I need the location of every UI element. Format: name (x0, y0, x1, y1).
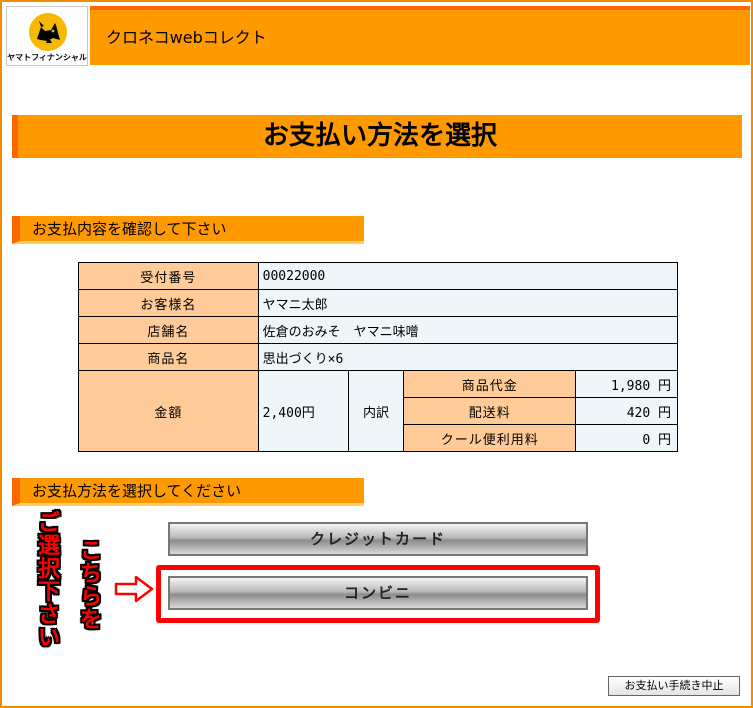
receipt-number-value: 00022000 (257, 262, 679, 290)
table-row: 受付番号 00022000 (78, 262, 679, 290)
table-row: 商品名 思出づくり×6 (78, 343, 679, 371)
receipt-number-label: 受付番号 (78, 262, 259, 290)
yamato-logo: ヤマトフィナンシャル (6, 6, 88, 66)
logo-text: ヤマトフィナンシャル (7, 53, 87, 62)
amount-value: 2,400円 (257, 370, 349, 452)
cool-fee-value: 0 円 (575, 424, 678, 452)
app-title: クロネコwebコレクト (106, 28, 267, 47)
credit-card-button[interactable]: クレジットカード (168, 522, 588, 556)
table-row: 店舗名 佐倉のおみそ ヤマニ味噌 (78, 316, 679, 344)
product-name-value: 思出づくり×6 (257, 343, 679, 371)
annotation-text-this: こちらを (76, 540, 106, 632)
convenience-store-button[interactable]: コンビニ (168, 576, 588, 610)
table-row: お客様名 ヤマニ太郎 (78, 289, 679, 317)
method-section-heading: お支払方法を選択してください (12, 478, 364, 506)
header-bar: クロネコwebコレクト (90, 6, 750, 65)
store-name-value: 佐倉のおみそ ヤマニ味噌 (257, 316, 679, 344)
annotation-line-1: ご選択下さい (37, 511, 60, 651)
cancel-payment-button[interactable]: お支払い手続き中止 (608, 676, 740, 696)
black-cat-icon (29, 13, 67, 51)
breakdown-label: 内訳 (347, 370, 405, 452)
annotation-text-select: ご選択下さい (34, 512, 64, 650)
page-title: お支払い方法を選択 (12, 115, 742, 158)
customer-name-label: お客様名 (78, 289, 259, 317)
product-price-label: 商品代金 (403, 370, 577, 398)
table-row: 金額 2,400円 内訳 商品代金 1,980 円 (78, 370, 678, 452)
product-price-value: 1,980 円 (575, 370, 678, 398)
amount-label: 金額 (78, 370, 259, 452)
cool-fee-label: クール便利用料 (403, 424, 577, 452)
shipping-fee-value: 420 円 (575, 397, 678, 425)
arrow-right-icon (114, 575, 154, 603)
payment-details-table: 受付番号 00022000 お客様名 ヤマニ太郎 店舗名 佐倉のおみそ ヤマニ味… (78, 262, 679, 452)
shipping-fee-label: 配送料 (403, 397, 577, 425)
store-name-label: 店舗名 (78, 316, 259, 344)
annotation-line-2: こちらを (79, 539, 102, 633)
product-name-label: 商品名 (78, 343, 259, 371)
confirm-section-heading: お支払内容を確認して下さい (12, 216, 364, 244)
customer-name-value: ヤマニ太郎 (257, 289, 679, 317)
